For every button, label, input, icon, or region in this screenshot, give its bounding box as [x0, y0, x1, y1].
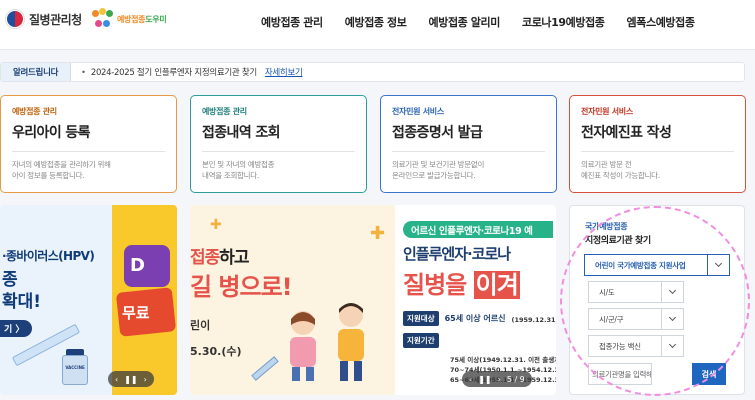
clinic-search-panel: 국가예방접종 지정의료기관 찾기 어린이 국가예방접종 지원사업 시/도 시/군… — [569, 205, 745, 395]
card-category: 전자민원 서비스 — [581, 107, 633, 116]
target-note: (1959.12.31. 이전 — [511, 315, 556, 324]
card-certificate-issue[interactable]: 전자민원 서비스 접종증명서 발급 의료기관 및 보건기관 방문없이 온라인으로 … — [380, 95, 557, 193]
prev-arrow-icon[interactable]: ‹ — [469, 375, 472, 384]
district-select[interactable]: 시/군/구 — [588, 308, 684, 330]
main-nav: 예방접종 관리 예방접종 정보 예방접종 알리미 코로나19예방접종 엠폭스예방… — [250, 14, 706, 30]
card-divider — [12, 151, 165, 152]
agency-name: 질병관리청 — [29, 12, 82, 27]
vial-label: VACCINE — [65, 365, 85, 370]
notice-more-link[interactable]: 자세히보기 — [265, 66, 303, 78]
chevron-down-icon — [661, 336, 683, 356]
nav-vaccination-alert[interactable]: 예방접종 알리미 — [418, 14, 511, 30]
card-category: 예방접종 관리 — [202, 107, 247, 116]
card-register-child[interactable]: 예방접종 관리 우리아이 등록 자녀의 예방접종을 관리하기 위해 아이 정보를 … — [0, 95, 177, 193]
card-category: 예방접종 관리 — [12, 107, 57, 116]
nav-covid19-vaccination[interactable]: 코로나19예방접종 — [511, 14, 616, 30]
panel-title: 지정의료기관 찾기 — [585, 236, 651, 246]
banner-controls: ‹ ❚❚ › — [108, 371, 154, 387]
chevron-down-icon — [661, 309, 683, 329]
pause-icon[interactable]: ❚❚ — [478, 375, 491, 384]
card-history-lookup[interactable]: 예방접종 관리 접종내역 조회 본인 및 자녀의 예방접종 내역을 조회합니다. — [190, 95, 367, 193]
nav-vaccination-management[interactable]: 예방접종 관리 — [250, 14, 334, 30]
card-description: 의료기관 및 보건기관 방문없이 온라인으로 발급가능합니다. — [392, 160, 485, 180]
hpv-banner[interactable]: ·종바이러스(HPV) 종 확대! 기 〉 VACCINE D 무료 ‹ ❚❚ … — [0, 205, 177, 395]
card-title: 접종증명서 발급 — [392, 125, 483, 141]
notice-bullet: • — [81, 67, 86, 77]
plus-icon: ✚ — [370, 223, 386, 244]
card-category: 전자민원 서비스 — [392, 107, 444, 116]
banner-headline-3: 확대! — [2, 292, 42, 312]
kdca-logo[interactable]: 질병관리청 — [6, 10, 82, 28]
card-description: 자녀의 예방접종을 관리하기 위해 아이 정보를 등록합니다. — [12, 160, 111, 180]
target-row: 지원대상 65세 이상 어르신 (1959.12.31. 이전 — [403, 311, 556, 326]
free-badge-text: 무료 — [122, 304, 150, 322]
government-emblem-icon — [6, 10, 24, 28]
banner-tag: 어르신 인플루엔자·코로나19 예 — [403, 221, 553, 238]
pause-icon[interactable]: ❚❚ — [124, 375, 137, 384]
banner-headline: ·종바이러스(HPV) — [2, 249, 95, 263]
program-select[interactable]: 어린이 국가예방접종 지원사업 — [584, 254, 730, 276]
service-logo-text: 예방접종도우미 — [117, 14, 167, 24]
banner-more-button[interactable]: 기 〉 — [0, 320, 32, 337]
card-title: 우리아이 등록 — [12, 125, 91, 141]
banner-controls: ‹ ❚❚ › 5 / 9 — [462, 371, 532, 387]
influenza-banner[interactable]: ✚ ✚ 접종하고 길 병으로! 린이 5.30.(수) 어르신 인플루엔자·코로… — [190, 205, 556, 395]
banner-headline: 접종하고 — [190, 248, 250, 268]
card-divider — [392, 151, 545, 152]
chevron-down-icon — [661, 282, 683, 302]
card-title: 전자예진표 작성 — [581, 125, 672, 141]
child-illustration — [338, 303, 364, 381]
nav-vaccination-info[interactable]: 예방접종 정보 — [334, 14, 418, 30]
card-description: 본인 및 자녀의 예방접종 내역을 조회합니다. — [202, 160, 275, 180]
vaccine-select[interactable]: 접종가능 백신 — [588, 335, 684, 357]
next-arrow-icon[interactable]: › — [144, 375, 147, 384]
banner-page-indicator: 5 / 9 — [506, 374, 525, 384]
banner-subtext: 린이 — [190, 319, 211, 332]
notice-label: 알려드립니다 — [1, 63, 72, 81]
target-value: 65세 이상 어르신 — [444, 314, 506, 323]
target-tag: 지원대상 — [403, 311, 439, 326]
nav-mpox-vaccination[interactable]: 엠폭스예방접종 — [616, 14, 706, 30]
period-line-1: 75세 이상(1949.12.31. 이전 출생자) — [450, 356, 556, 364]
card-e-prescreening[interactable]: 전자민원 서비스 전자예진표 작성 의료기관 방문 전 예진표 작성이 가능합니다… — [569, 95, 746, 193]
vaccination-helper-logo[interactable]: 예방접종도우미 — [92, 8, 167, 30]
chevron-down-icon — [707, 255, 729, 275]
banner-title: 인플루엔자·코로나 — [403, 245, 511, 263]
banner-title-2: 질병을 이겨 — [403, 271, 520, 299]
notice-text[interactable]: 2024-2025 절기 인플루엔자 지정의료기관 찾기 — [91, 66, 257, 78]
banner-date: 5.30.(수) — [190, 345, 242, 358]
plus-icon: ✚ — [210, 217, 222, 233]
prev-arrow-icon[interactable]: ‹ — [115, 375, 118, 384]
card-title: 접종내역 조회 — [202, 125, 281, 141]
card-description: 의료기관 방문 전 예진표 작성이 가능합니다. — [581, 160, 660, 180]
period-tag: 지원기간 — [403, 333, 439, 348]
region-select[interactable]: 시/도 — [588, 281, 684, 303]
clinic-name-input[interactable]: 의료기관명을 입력해주세요 — [588, 363, 652, 385]
banner-art-letter: D — [130, 255, 145, 276]
child-illustration — [290, 311, 316, 381]
panel-category: 국가예방접종 — [585, 222, 628, 231]
search-button[interactable]: 검색 — [692, 363, 726, 385]
card-divider — [581, 151, 734, 152]
next-arrow-icon[interactable]: › — [498, 375, 501, 384]
site-header: 질병관리청 예방접종도우미 예방접종 관리 예방접종 정보 예방접종 알리미 코… — [0, 0, 755, 50]
vaccine-vial-icon — [62, 355, 88, 385]
period-row: 지원기간 — [403, 333, 439, 348]
people-logo-icon — [92, 8, 114, 30]
notice-bar: 알려드립니다 • 2024-2025 절기 인플루엔자 지정의료기관 찾기 자세… — [0, 62, 745, 82]
card-divider — [202, 151, 355, 152]
banner-headline-2: 길 병으로! — [190, 273, 293, 301]
